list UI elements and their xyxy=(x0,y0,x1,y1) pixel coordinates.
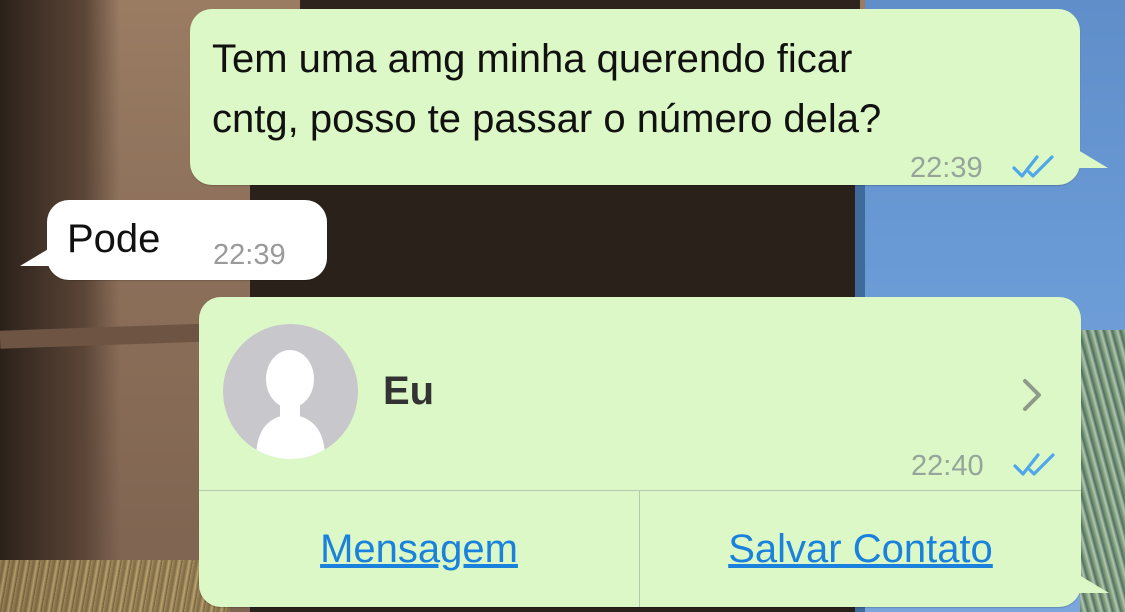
bubble-tail xyxy=(1078,150,1108,168)
message-contact-button[interactable]: Mensagem xyxy=(199,491,639,607)
save-contact-button[interactable]: Salvar Contato xyxy=(640,491,1081,607)
message-time: 22:40 xyxy=(911,450,984,482)
contact-name: Eu xyxy=(383,369,435,413)
bubble-tail xyxy=(1079,575,1109,593)
read-ticks-icon xyxy=(1013,453,1055,476)
contact-avatar[interactable] xyxy=(223,324,358,459)
outgoing-message-bubble[interactable]: Tem uma amg minha querendo ficar cntg, p… xyxy=(190,9,1080,185)
message-time: 22:39 xyxy=(910,152,983,184)
message-time: 22:39 xyxy=(213,239,286,271)
read-ticks-icon xyxy=(1012,155,1054,178)
bubble-tail xyxy=(20,248,50,266)
message-text: Pode xyxy=(67,217,161,261)
wallpaper-grass-right xyxy=(1080,330,1125,612)
wallpaper-grass xyxy=(0,560,230,612)
wallpaper-left-shadow xyxy=(0,0,120,612)
incoming-message-bubble[interactable]: Pode 22:39 xyxy=(47,200,327,280)
contact-card-bubble[interactable]: Eu 22:40 Mensagem Salvar Contato xyxy=(199,297,1081,607)
chevron-right-icon[interactable] xyxy=(1017,375,1047,415)
message-text: Tem uma amg minha querendo ficar cntg, p… xyxy=(212,37,882,141)
default-avatar-icon xyxy=(256,350,325,459)
